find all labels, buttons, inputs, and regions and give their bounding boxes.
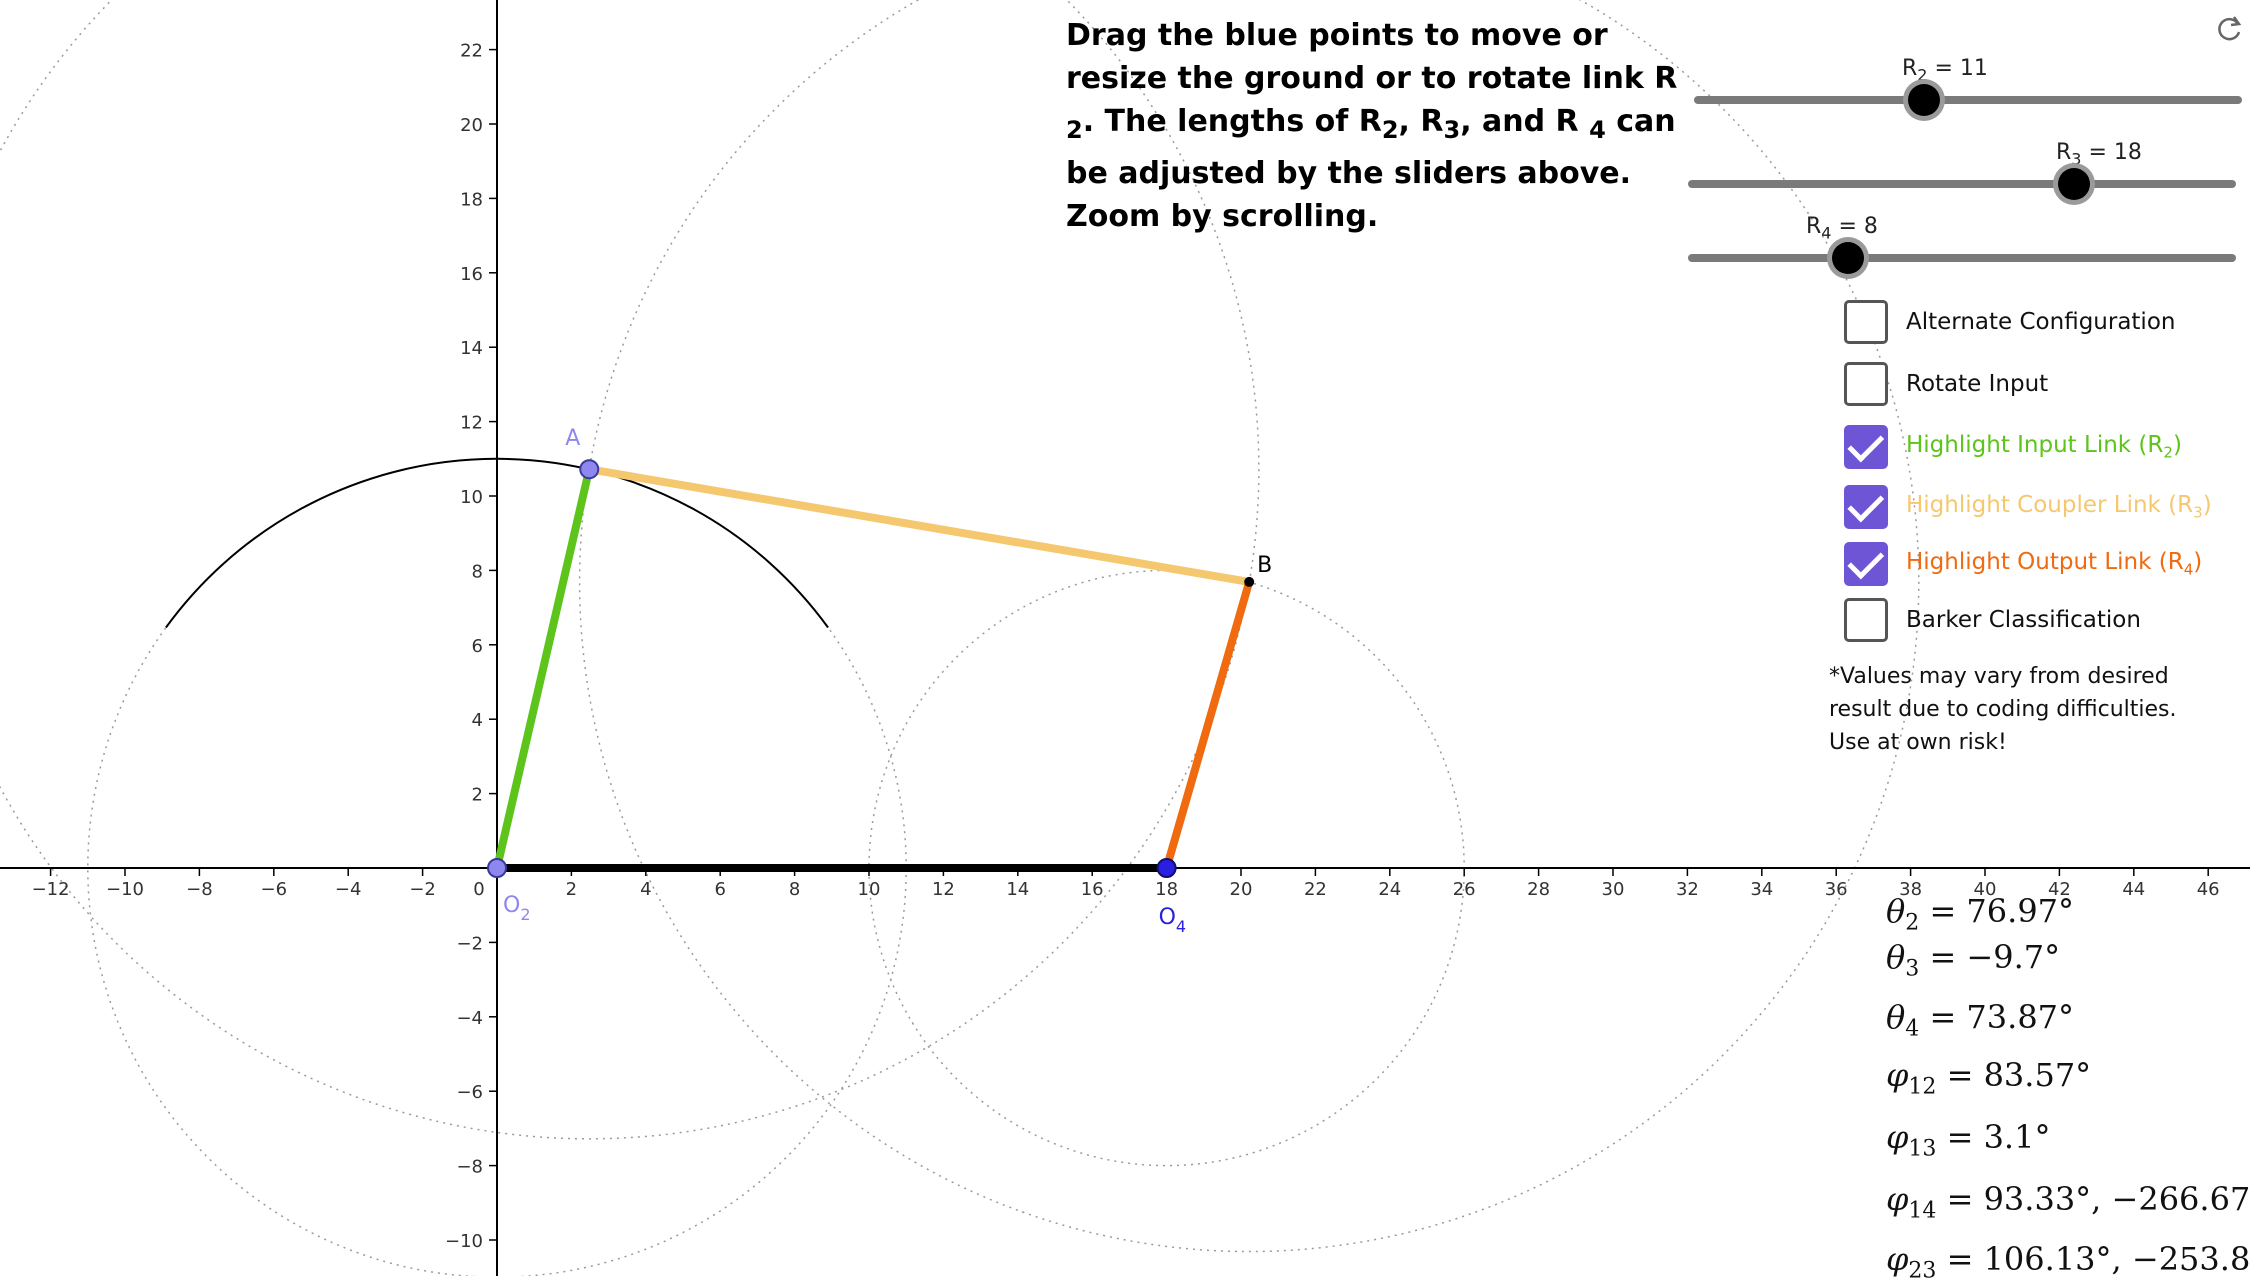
x-tick-label: 28: [1527, 879, 1550, 900]
y-tick-label: −2: [456, 933, 483, 954]
checkbox-highlight-input-link[interactable]: Highlight Input Link (R2): [1844, 423, 2182, 471]
equation-phi14: φ14 = 93.33°, −266.67°: [1886, 1180, 2250, 1224]
x-tick-label: 4: [640, 879, 651, 900]
slider-track[interactable]: [1688, 180, 2236, 188]
x-tick-label: 18: [1155, 879, 1178, 900]
checkbox-label: Highlight Coupler Link (R3): [1906, 492, 2212, 522]
y-tick-label: 16: [460, 264, 483, 285]
reset-icon[interactable]: [2214, 14, 2244, 44]
equation-theta4: θ4 = 73.87°: [1886, 998, 2075, 1042]
slider-thumb[interactable]: [1908, 84, 1940, 116]
y-tick-label: 14: [460, 338, 483, 359]
x-tick-label: 44: [2122, 879, 2145, 900]
slider-r4[interactable]: R4 = 8: [1688, 214, 2236, 274]
checkbox-alternate-configuration[interactable]: Alternate Configuration: [1844, 298, 2175, 346]
point-b: [1244, 576, 1255, 587]
y-tick-label: −10: [445, 1231, 483, 1252]
x-tick-label: 22: [1304, 879, 1327, 900]
y-tick-label: −6: [456, 1082, 483, 1103]
checkbox-highlight-output-link[interactable]: Highlight Output Link (R4): [1844, 540, 2202, 588]
checkmark-icon: [1846, 425, 1884, 462]
x-tick-label: 16: [1081, 879, 1104, 900]
x-tick-label: 6: [714, 879, 725, 900]
y-tick-label: 8: [472, 561, 483, 582]
x-tick-label: 8: [789, 879, 800, 900]
x-tick-label: 26: [1453, 879, 1476, 900]
checkbox[interactable]: [1844, 485, 1888, 529]
checkmark-icon: [1846, 485, 1884, 522]
x-tick-label: 2: [566, 879, 577, 900]
input-link-r2: [493, 465, 594, 872]
x-tick-label: 24: [1378, 879, 1401, 900]
x-tick-label: 12: [932, 879, 955, 900]
x-tick-label: 20: [1230, 879, 1253, 900]
slider-track[interactable]: [1694, 96, 2242, 104]
checkbox[interactable]: [1844, 598, 1888, 642]
x-tick-label: 46: [2197, 879, 2220, 900]
checkbox[interactable]: [1844, 300, 1888, 344]
label-a: A: [565, 426, 580, 451]
checkbox-barker-classification[interactable]: Barker Classification: [1844, 596, 2141, 644]
checkbox[interactable]: [1844, 362, 1888, 406]
x-tick-label: 34: [1750, 879, 1773, 900]
x-tick-label: −8: [186, 879, 213, 900]
checkbox-highlight-coupler-link[interactable]: Highlight Coupler Link (R3): [1844, 483, 2212, 531]
y-tick-label: 22: [460, 41, 483, 62]
checkbox[interactable]: [1844, 425, 1888, 469]
equation-theta3: θ3 = −9.7°: [1886, 938, 2061, 982]
disclaimer-note: *Values may vary from desired result due…: [1829, 664, 2177, 755]
x-tick-label: −10: [106, 879, 144, 900]
slider-thumb[interactable]: [2058, 168, 2090, 200]
slider-thumb[interactable]: [1832, 242, 1864, 274]
checkbox-label: Highlight Output Link (R4): [1906, 549, 2203, 579]
y-tick-label: 6: [472, 636, 483, 657]
y-tick-label: 4: [472, 710, 483, 731]
checkbox[interactable]: [1844, 542, 1888, 586]
equation-phi23: φ23 = 106.13°, −253.87°: [1886, 1240, 2250, 1283]
x-tick-label: −4: [335, 879, 362, 900]
checkmark-icon: [1846, 542, 1884, 579]
y-tick-label: 12: [460, 413, 483, 434]
equation-theta2: θ2 = 76.97°: [1886, 892, 2075, 936]
equation-phi13: φ13 = 3.1°: [1886, 1118, 2051, 1162]
x-tick-label: −12: [32, 879, 70, 900]
x-tick-label: 30: [1602, 879, 1625, 900]
output-link-r4: [1162, 577, 1254, 872]
y-tick-label: 18: [460, 189, 483, 210]
label-o2: O2: [503, 893, 531, 924]
checkbox-label: Rotate Input: [1906, 371, 2049, 397]
label-b: B: [1257, 553, 1272, 578]
slider-r3[interactable]: R3 = 18: [1688, 140, 2236, 200]
y-tick-label: 2: [472, 785, 483, 806]
slider-track[interactable]: [1688, 254, 2236, 262]
x-tick-label: 36: [1825, 879, 1848, 900]
x-tick-label: −2: [409, 879, 436, 900]
y-tick-label: −4: [456, 1008, 483, 1029]
x-tick-label: 0: [473, 879, 484, 900]
y-tick-label: 10: [460, 487, 483, 508]
coupler-link-r3: [585, 465, 1254, 586]
checkbox-label: Barker Classification: [1906, 607, 2141, 633]
x-tick-label: 14: [1006, 879, 1029, 900]
x-tick-label: −6: [261, 879, 288, 900]
label-o4: O4: [1159, 905, 1187, 936]
point-o2[interactable]: [487, 858, 507, 878]
checkbox-rotate-input[interactable]: Rotate Input: [1844, 360, 2048, 408]
slider-r2[interactable]: R2 = 11: [1694, 56, 2242, 116]
instructions-text: Drag the blue points to move or resize t…: [1066, 18, 1678, 234]
checkbox-label: Highlight Input Link (R2): [1906, 432, 2182, 462]
checkbox-label: Alternate Configuration: [1906, 309, 2176, 335]
y-tick-label: 20: [460, 115, 483, 136]
equation-phi12: φ12 = 83.57°: [1886, 1056, 2092, 1100]
point-o4[interactable]: [1156, 858, 1177, 878]
y-tick-label: −8: [456, 1157, 483, 1178]
x-tick-label: 32: [1676, 879, 1699, 900]
point-a[interactable]: [579, 459, 600, 480]
x-tick-label: 10: [858, 879, 881, 900]
